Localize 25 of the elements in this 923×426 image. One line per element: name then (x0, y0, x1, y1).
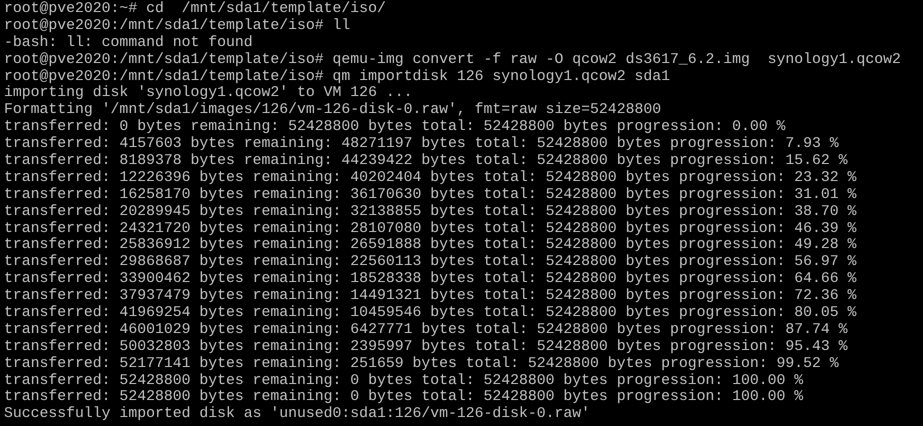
terminal-line: transferred: 8189378 bytes remaining: 44239422 bytes total: 52428800 bytes progression: 15.62 % (4, 153, 848, 170)
terminal-line: transferred: 52177141 bytes remaining: 251659 bytes total: 52428800 bytes progression: 99.52 % (4, 356, 839, 372)
terminal-line: transferred: 20289945 bytes remaining: 32138855 bytes total: 52428800 bytes progression: 38.70 % (4, 204, 856, 220)
terminal-line: transferred: 37937479 bytes remaining: 14491321 bytes total: 52428800 bytes progression: 72.36 % (4, 288, 856, 304)
terminal-line: transferred: 12226396 bytes remaining: 40202404 bytes total: 52428800 bytes progression: 23.32 % (4, 170, 856, 186)
terminal-line: transferred: 52428800 bytes remaining: 0 bytes total: 52428800 bytes progression: 100.00 % (4, 389, 804, 406)
terminal-line: transferred: 50032803 bytes remaining: 2395997 bytes total: 52428800 bytes progression: 95.43 % (4, 338, 848, 355)
terminal-line: transferred: 52428800 bytes remaining: 0 bytes total: 52428800 bytes progression: 100.00 % (4, 372, 804, 389)
terminal-line: transferred: 0 bytes remaining: 52428800 bytes total: 52428800 bytes progression: 0.00 % (4, 119, 786, 136)
terminal-line: transferred: 29868687 bytes remaining: 22560113 bytes total: 52428800 bytes progression: 56.97 % (4, 254, 856, 270)
terminal-line: transferred: 25836912 bytes remaining: 26591888 bytes total: 52428800 bytes progression: 49.28 % (4, 237, 856, 254)
terminal-line: Formatting '/mnt/sda1/images/126/vm-126-disk-0.raw', fmt=raw size=52428800 (4, 102, 662, 118)
terminal-line: importing disk 'synology1.qcow2' to VM 126 ... (4, 85, 412, 102)
terminal-line: transferred: 46001029 bytes remaining: 6427771 bytes total: 52428800 bytes progression: 87.74 % (4, 322, 848, 338)
terminal-line: root@pve2020:/mnt/sda1/template/iso# ll (4, 18, 350, 34)
terminal-line: transferred: 41969254 bytes remaining: 10459546 bytes total: 52428800 bytes progression: 80.05 % (4, 305, 856, 322)
terminal-line: transferred: 24321720 bytes remaining: 28107080 bytes total: 52428800 bytes progression: 46.39 % (4, 220, 856, 237)
terminal-line: transferred: 33900462 bytes remaining: 18528338 bytes total: 52428800 bytes progression: 64.66 % (4, 271, 856, 288)
terminal-line: root@pve2020:/mnt/sda1/template/iso# qemu-img convert -f raw -O qcow2 ds3617_6.2.img synology1.qcow2 (4, 52, 901, 68)
terminal-line: root@pve2020:/mnt/sda1/template/iso# qm importdisk 126 synology1.qcow2 sda1 (4, 68, 670, 85)
terminal-line: root@pve2020:~# cd /mnt/sda1/template/iso/ (4, 1, 386, 17)
terminal-line: transferred: 4157603 bytes remaining: 48271197 bytes total: 52428800 bytes progression: 7.93 % (4, 136, 839, 152)
terminal-line: Successfully imported disk as 'unused0:sda1:126/vm-126-disk-0.raw' (4, 406, 590, 422)
terminal-line: -bash: ll: command not found (4, 34, 253, 51)
terminal-line: transferred: 16258170 bytes remaining: 36170630 bytes total: 52428800 bytes progression: 31.01 % (4, 186, 856, 203)
